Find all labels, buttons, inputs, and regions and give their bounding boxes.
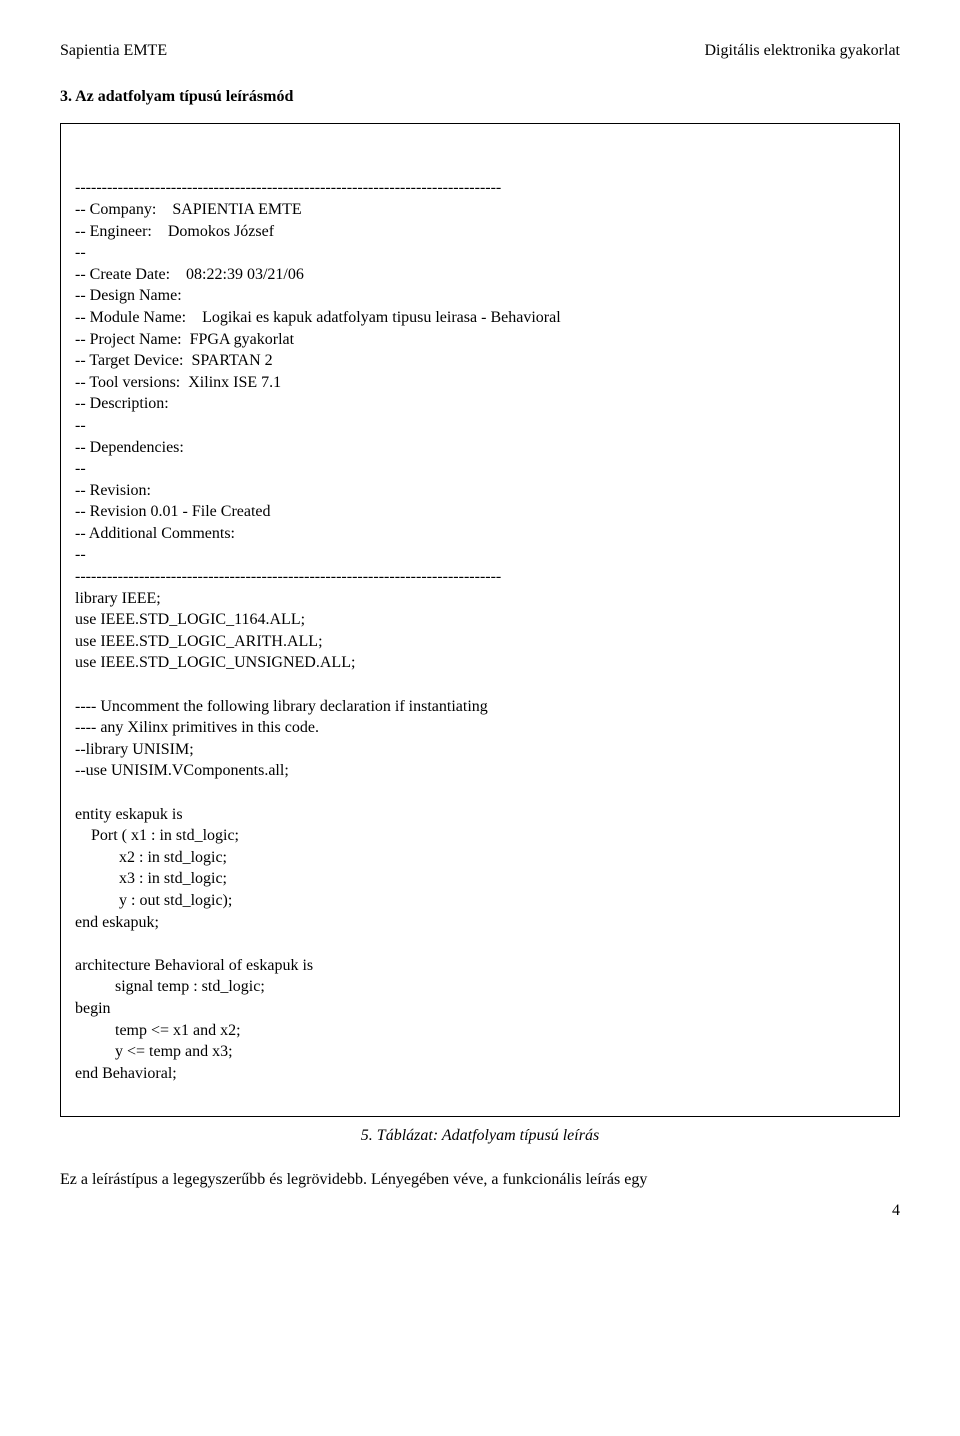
code-line: -- Revision 0.01 - File Created: [75, 501, 885, 523]
code-line: x3 : in std_logic;: [75, 868, 885, 890]
code-line: --use UNISIM.VComponents.all;: [75, 760, 885, 782]
code-line: -- Description:: [75, 393, 885, 415]
code-line: --: [75, 544, 885, 566]
code-line: Port ( x1 : in std_logic;: [75, 825, 885, 847]
section-title: 3. Az adatfolyam típusú leírásmód: [60, 86, 900, 108]
code-line: --: [75, 458, 885, 480]
code-line: y : out std_logic);: [75, 890, 885, 912]
code-line: use IEEE.STD_LOGIC_UNSIGNED.ALL;: [75, 652, 885, 674]
body-paragraph: Ez a leírástípus a legegyszerűbb és legr…: [60, 1169, 900, 1191]
code-line: ---- Uncomment the following library dec…: [75, 696, 885, 718]
code-line: -- Design Name:: [75, 285, 885, 307]
code-line: begin: [75, 998, 885, 1020]
page-number: 4: [60, 1200, 900, 1222]
code-line: -- Dependencies:: [75, 437, 885, 459]
code-line: -- Additional Comments:: [75, 523, 885, 545]
code-line: --library UNISIM;: [75, 739, 885, 761]
code-line: end Behavioral;: [75, 1063, 885, 1085]
code-line: [75, 782, 885, 804]
code-line: ---- any Xilinx primitives in this code.: [75, 717, 885, 739]
code-line: -- Create Date: 08:22:39 03/21/06: [75, 264, 885, 286]
code-line: signal temp : std_logic;: [75, 976, 885, 998]
code-line: ----------------------------------------…: [75, 177, 885, 199]
page-header: Sapientia EMTE Digitális elektronika gya…: [60, 40, 900, 62]
code-line: [75, 674, 885, 696]
code-line: --: [75, 242, 885, 264]
code-line: -- Project Name: FPGA gyakorlat: [75, 329, 885, 351]
code-line: -- Tool versions: Xilinx ISE 7.1: [75, 372, 885, 394]
code-line: use IEEE.STD_LOGIC_ARITH.ALL;: [75, 631, 885, 653]
code-line: -- Module Name: Logikai es kapuk adatfol…: [75, 307, 885, 329]
code-line: use IEEE.STD_LOGIC_1164.ALL;: [75, 609, 885, 631]
code-line: library IEEE;: [75, 588, 885, 610]
code-listing: ----------------------------------------…: [75, 177, 885, 1084]
code-line: temp <= x1 and x2;: [75, 1020, 885, 1042]
code-line: ----------------------------------------…: [75, 566, 885, 588]
code-line: entity eskapuk is: [75, 804, 885, 826]
header-right: Digitális elektronika gyakorlat: [705, 40, 901, 62]
header-left: Sapientia EMTE: [60, 40, 167, 62]
code-line: -- Revision:: [75, 480, 885, 502]
code-line: y <= temp and x3;: [75, 1041, 885, 1063]
code-line: -- Engineer: Domokos József: [75, 221, 885, 243]
code-listing-box: ----------------------------------------…: [60, 123, 900, 1117]
code-line: [75, 933, 885, 955]
table-caption: 5. Táblázat: Adatfolyam típusú leírás: [60, 1125, 900, 1147]
code-line: x2 : in std_logic;: [75, 847, 885, 869]
code-line: end eskapuk;: [75, 912, 885, 934]
code-line: -- Company: SAPIENTIA EMTE: [75, 199, 885, 221]
code-line: --: [75, 415, 885, 437]
code-line: architecture Behavioral of eskapuk is: [75, 955, 885, 977]
code-line: -- Target Device: SPARTAN 2: [75, 350, 885, 372]
